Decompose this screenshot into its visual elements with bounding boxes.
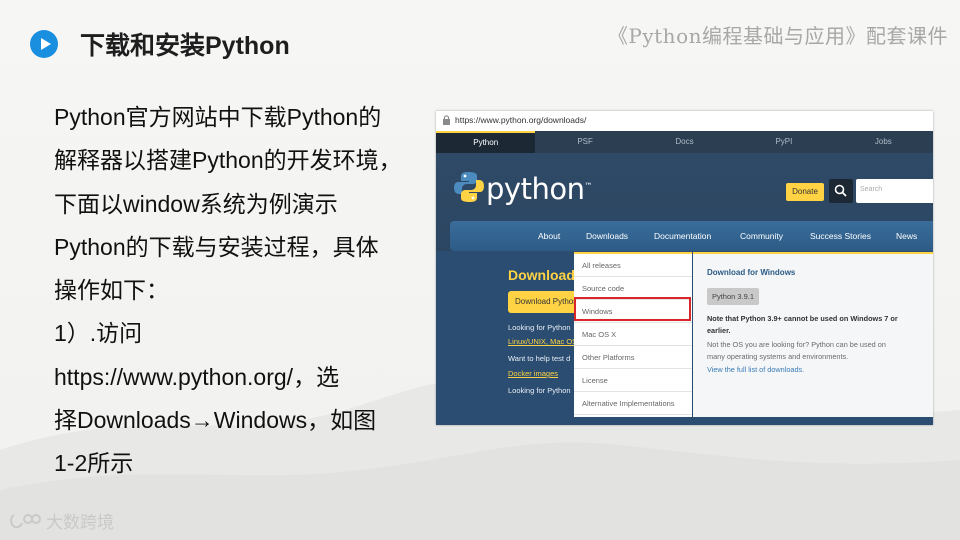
body-line: https://www.python.org/，选 <box>54 363 340 390</box>
left-text-line: Looking for Python <box>508 323 571 332</box>
dropdown-item-mac-os-x[interactable]: Mac OS X <box>574 323 692 346</box>
body-line: 1）.访问 <box>54 320 143 347</box>
downloads-dropdown: All releases Source code Windows Mac OS … <box>574 252 692 417</box>
left-text-link[interactable]: Linux/UNIX, Mac OS <box>508 337 577 346</box>
python-wordmark-text: python <box>486 172 585 206</box>
body-line: 操作如下： <box>54 277 169 304</box>
body-line: 下面以window系统为例演示 <box>54 190 338 217</box>
title-row: 下载和安装Python <box>30 24 290 64</box>
slide-title: 下载和安装Python <box>80 32 290 60</box>
top-nav-python[interactable]: Python <box>436 131 536 153</box>
lock-icon <box>443 115 450 125</box>
docker-images-link[interactable]: Docker images <box>508 369 558 378</box>
watermark-logo: 大数跨境 <box>8 508 114 533</box>
body-line: 择Downloads→Windows，如图 <box>54 407 377 434</box>
logo-icon <box>10 513 41 528</box>
top-nav-docs[interactable]: Docs <box>635 131 734 153</box>
address-bar[interactable]: https://www.python.org/downloads/ <box>436 111 933 132</box>
search-input[interactable]: Search <box>856 179 933 203</box>
search-button[interactable] <box>829 179 853 203</box>
download-for-windows-panel: Download for Windows Python 3.9.1 Note t… <box>693 252 933 417</box>
logo-text: 大数跨境 <box>46 513 114 532</box>
search-icon <box>834 184 847 197</box>
full-downloads-link[interactable]: View the full list of downloads. <box>707 365 804 374</box>
download-heading: Download <box>508 267 575 283</box>
left-text-line: Want to help test d <box>508 354 571 363</box>
top-nav-jobs[interactable]: Jobs <box>834 131 933 153</box>
body-text: Python官方网站中下载Python的 解释器以搭建Python的开发环境， … <box>54 96 414 486</box>
dropdown-item-other-platforms[interactable]: Other Platforms <box>574 346 692 369</box>
python-logo-icon <box>454 172 484 202</box>
main-nav: About Downloads Documentation Community … <box>450 221 933 251</box>
flyout-note: Note that Python 3.9+ cannot be used on … <box>707 314 898 323</box>
donate-button[interactable]: Donate <box>786 183 824 201</box>
dropdown-item-license[interactable]: License <box>574 369 692 392</box>
body-line: 解释器以搭建Python的开发环境， <box>54 147 402 174</box>
top-nav-pypi[interactable]: PyPI <box>734 131 833 153</box>
main-nav-about[interactable]: About <box>538 221 560 251</box>
body-line: Python官方网站中下载Python的 <box>54 104 382 130</box>
python-wordmark[interactable]: python™ <box>486 172 592 206</box>
top-nav: Python PSF Docs PyPI Jobs <box>436 131 933 153</box>
top-nav-psf[interactable]: PSF <box>535 131 634 153</box>
trademark-mark: ™ <box>584 181 592 191</box>
body-line: 1-2所示 <box>54 450 134 477</box>
main-nav-documentation[interactable]: Documentation <box>654 221 711 251</box>
slide: 下载和安装Python 《Python编程基础与应用》配套课件 Python官方… <box>0 0 960 540</box>
windows-highlight-box <box>574 297 691 321</box>
main-nav-downloads[interactable]: Downloads <box>586 221 628 251</box>
course-series-title: 《Python编程基础与应用》配套课件 <box>607 24 948 48</box>
python-org-screenshot: https://www.python.org/downloads/ Python… <box>436 111 933 425</box>
main-nav-success-stories[interactable]: Success Stories <box>810 221 871 251</box>
dropdown-item-alternative-implementations[interactable]: Alternative Implementations <box>574 392 692 415</box>
search-placeholder: Search <box>860 186 883 193</box>
play-icon <box>30 30 58 58</box>
flyout-text: many operating systems and environments. <box>707 352 849 361</box>
address-url: https://www.python.org/downloads/ <box>455 115 587 125</box>
left-text-line: Looking for Python <box>508 386 571 395</box>
main-nav-community[interactable]: Community <box>740 221 783 251</box>
main-nav-news[interactable]: News <box>896 221 917 251</box>
body-line: Python的下载与安装过程，具体 <box>54 233 379 260</box>
python-version-button[interactable]: Python 3.9.1 <box>707 288 759 305</box>
flyout-text: Not the OS you are looking for? Python c… <box>707 340 886 349</box>
flyout-note: earlier. <box>707 326 731 335</box>
flyout-heading: Download for Windows <box>707 268 796 277</box>
dropdown-item-all-releases[interactable]: All releases <box>574 254 692 277</box>
